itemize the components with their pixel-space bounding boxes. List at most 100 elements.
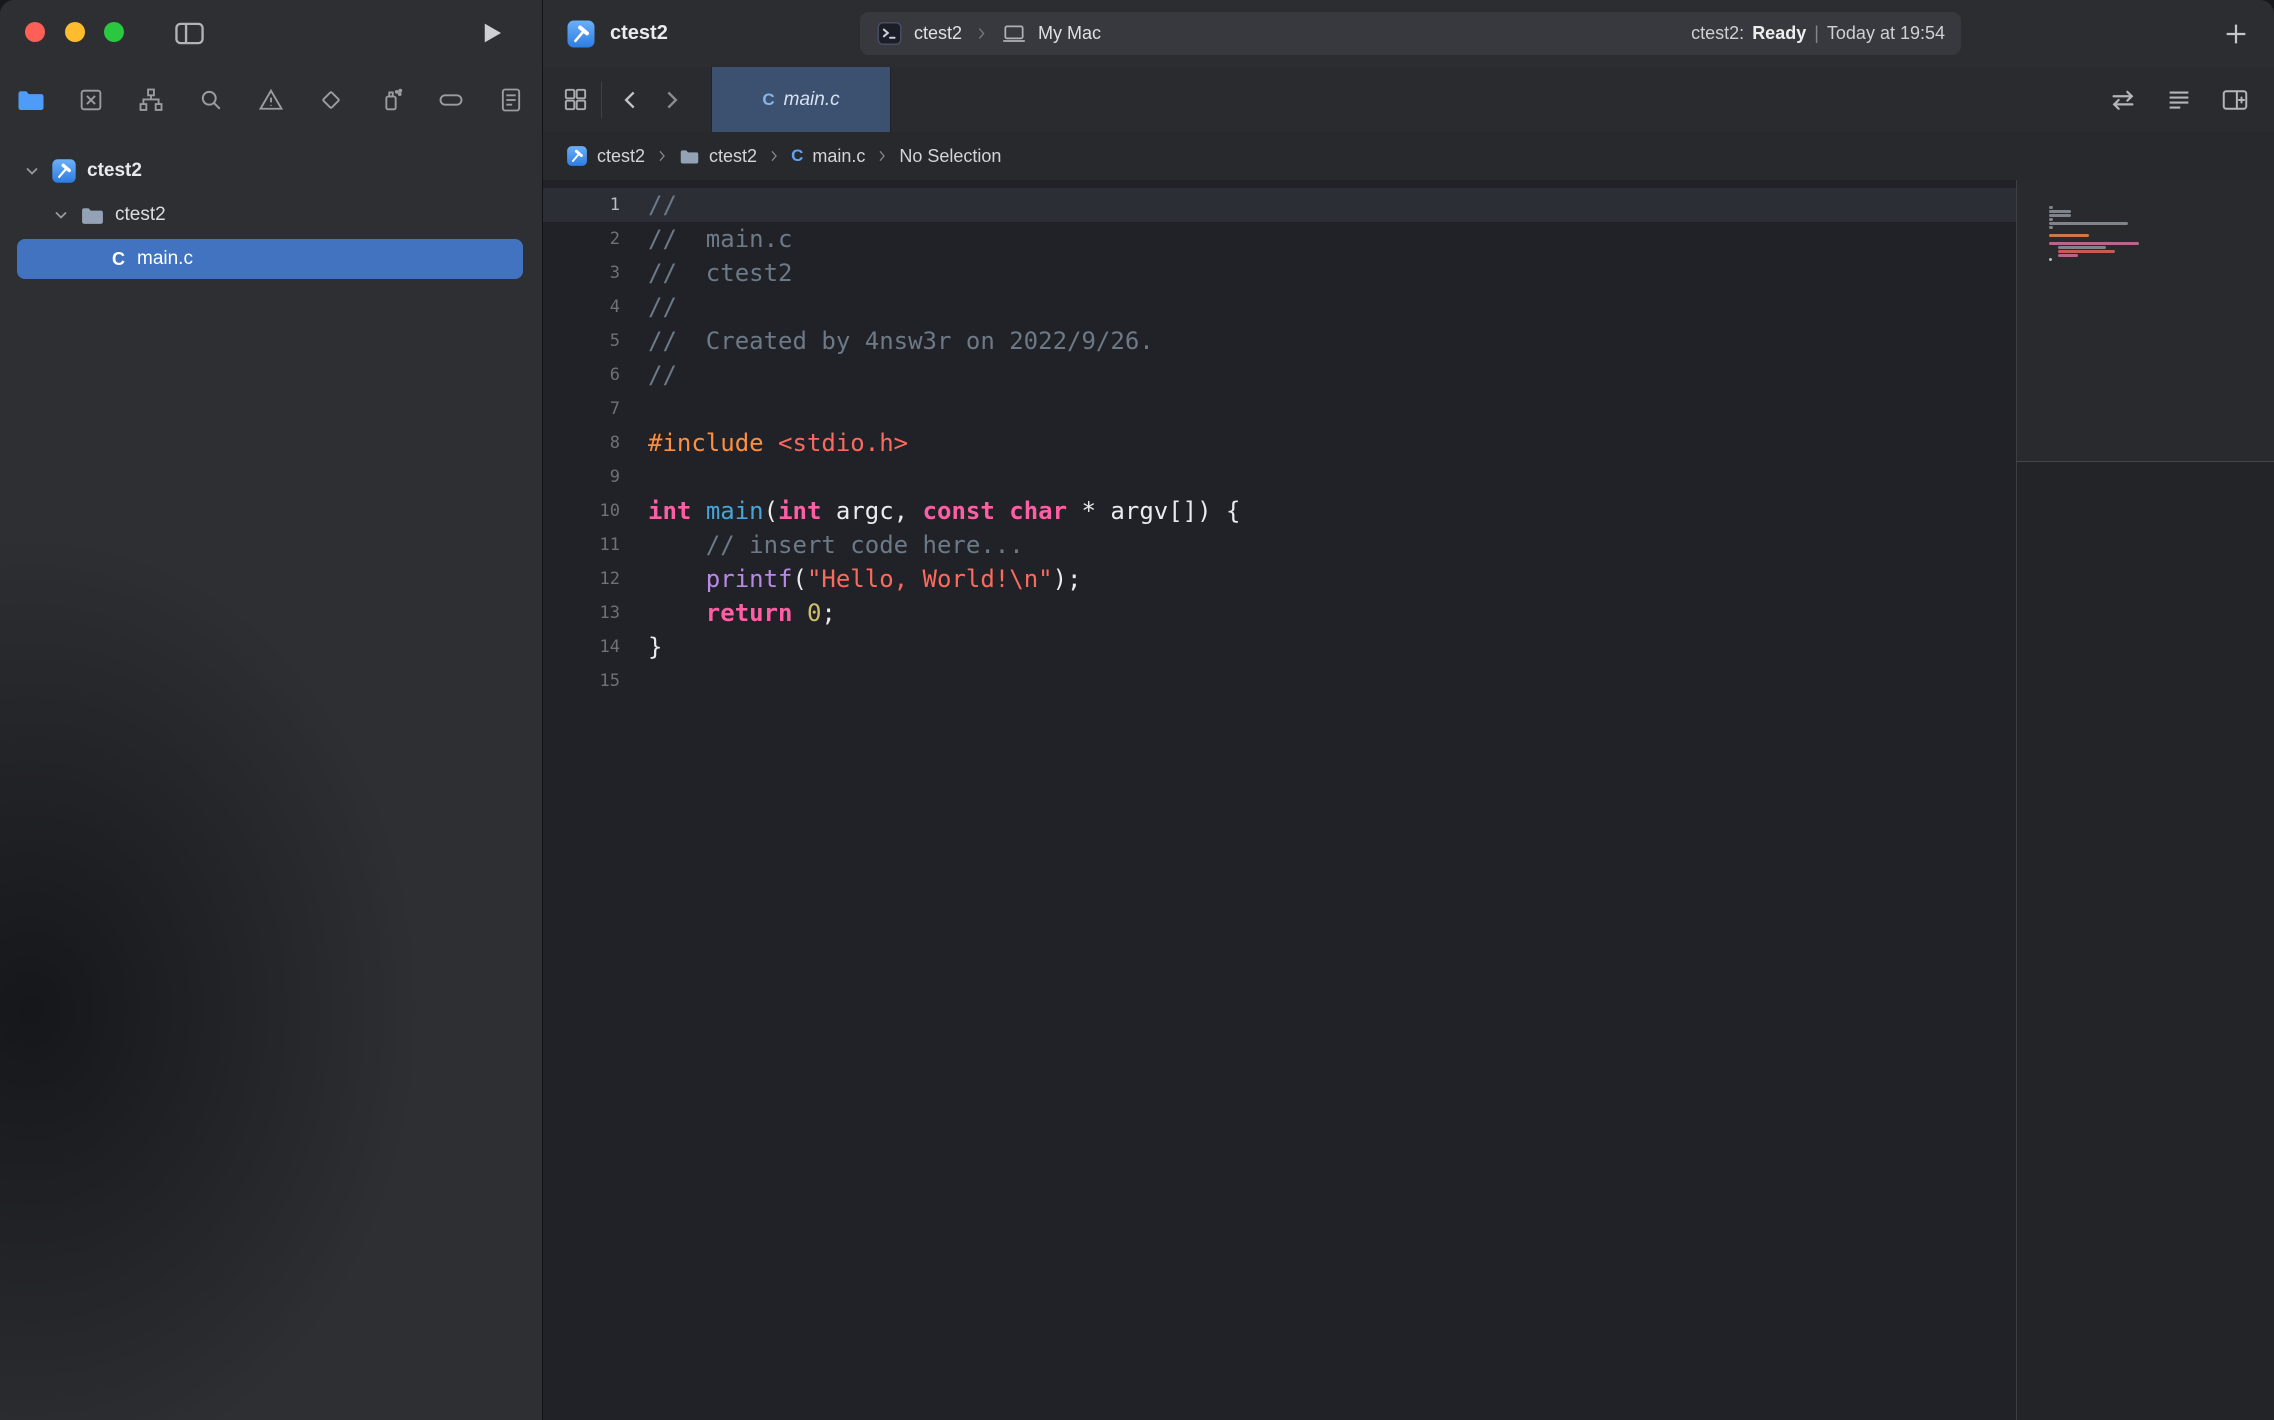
sidebar-toggle-icon[interactable] bbox=[173, 17, 206, 50]
disclosure-chevron-icon[interactable] bbox=[51, 205, 71, 225]
code-line[interactable]: return 0; bbox=[648, 596, 1240, 630]
jump-bar: ctest2 ctest2 C main.c No Selection bbox=[543, 132, 2274, 181]
line-number[interactable]: 6 bbox=[543, 358, 620, 392]
editor-tab-bar: C main.c bbox=[543, 67, 2274, 133]
destination-icon bbox=[1001, 21, 1027, 47]
code-lines[interactable]: //// main.c// ctest2//// Created by 4nsw… bbox=[648, 188, 1240, 698]
project-row-label: ctest2 bbox=[87, 160, 142, 182]
status-time: Today at 19:54 bbox=[1827, 23, 1945, 44]
code-line[interactable]: #include <stdio.h> bbox=[648, 426, 1240, 460]
code-line[interactable]: // Created by 4nsw3r on 2022/9/26. bbox=[648, 324, 1240, 358]
line-number[interactable]: 3 bbox=[543, 256, 620, 290]
tab-main-c[interactable]: C main.c bbox=[711, 67, 891, 132]
tab-label: main.c bbox=[784, 89, 840, 111]
main-area: ctest2 ctest2 My Mac ctes bbox=[543, 0, 2274, 1420]
folder-icon bbox=[679, 146, 700, 167]
line-number[interactable]: 5 bbox=[543, 324, 620, 358]
code-line[interactable]: // bbox=[648, 290, 1240, 324]
minimap-line bbox=[2049, 226, 2053, 229]
line-number[interactable]: 15 bbox=[543, 664, 620, 698]
scheme-name[interactable]: ctest2 bbox=[914, 23, 962, 44]
source-control-navigator-icon[interactable] bbox=[75, 84, 107, 116]
tree-row-project[interactable]: ctest2 bbox=[0, 149, 542, 193]
add-editor-icon[interactable] bbox=[2220, 85, 2250, 115]
forward-button[interactable] bbox=[658, 87, 684, 113]
code-token-plain bbox=[648, 599, 706, 627]
source-editor[interactable]: 123456789101112131415 //// main.c// ctes… bbox=[543, 180, 2274, 1420]
chevron-right-icon bbox=[654, 148, 670, 164]
chevron-right-icon bbox=[766, 148, 782, 164]
line-number[interactable]: 11 bbox=[543, 528, 620, 562]
minimize-window-button[interactable] bbox=[65, 22, 85, 42]
toolbar-project: ctest2 bbox=[566, 0, 668, 67]
code-token-comment: // ctest2 bbox=[648, 259, 793, 287]
project-navigator-icon[interactable] bbox=[15, 84, 47, 116]
editor-options-icon[interactable] bbox=[2164, 85, 2194, 115]
minimap-line bbox=[2058, 254, 2078, 257]
line-number[interactable]: 12 bbox=[543, 562, 620, 596]
line-number[interactable]: 1 bbox=[543, 188, 620, 222]
line-number[interactable]: 7 bbox=[543, 392, 620, 426]
library-plus-button[interactable] bbox=[2222, 20, 2250, 48]
scheme-activity-pill[interactable]: ctest2 My Mac ctest2: Ready | Today at 1… bbox=[860, 12, 1961, 55]
code-line[interactable]: printf("Hello, World!\n"); bbox=[648, 562, 1240, 596]
code-line[interactable]: // bbox=[648, 358, 1240, 392]
zoom-window-button[interactable] bbox=[104, 22, 124, 42]
code-line[interactable]: // insert code here... bbox=[648, 528, 1240, 562]
code-token-plain: ( bbox=[764, 497, 778, 525]
toolbar: ctest2 ctest2 My Mac ctes bbox=[543, 0, 2274, 68]
code-line[interactable]: // ctest2 bbox=[648, 256, 1240, 290]
line-number[interactable]: 2 bbox=[543, 222, 620, 256]
back-button[interactable] bbox=[618, 87, 644, 113]
xcode-project-icon bbox=[566, 19, 596, 49]
code-token-plain bbox=[793, 599, 807, 627]
line-number[interactable]: 14 bbox=[543, 630, 620, 664]
tab-overview-icon[interactable] bbox=[561, 85, 590, 114]
code-token-keyword: int bbox=[778, 497, 821, 525]
line-number[interactable]: 9 bbox=[543, 460, 620, 494]
run-button[interactable] bbox=[476, 18, 506, 48]
tree-row-group[interactable]: ctest2 bbox=[0, 193, 542, 237]
code-token-plain: argc, bbox=[821, 497, 922, 525]
line-number[interactable]: 13 bbox=[543, 596, 620, 630]
code-token-plain bbox=[691, 497, 705, 525]
code-line[interactable] bbox=[648, 392, 1240, 426]
disclosure-chevron-icon[interactable] bbox=[22, 161, 42, 181]
chevron-right-icon bbox=[874, 148, 890, 164]
crumb-selection[interactable]: No Selection bbox=[899, 146, 1001, 167]
line-number[interactable]: 4 bbox=[543, 290, 620, 324]
tree-row-file-selected[interactable]: C main.c bbox=[0, 237, 542, 281]
minimap-line bbox=[2058, 246, 2106, 249]
close-window-button[interactable] bbox=[25, 22, 45, 42]
code-token-plain bbox=[764, 429, 778, 457]
minimap[interactable] bbox=[2016, 180, 2274, 1420]
issue-navigator-icon[interactable] bbox=[255, 84, 287, 116]
crumb-group[interactable]: ctest2 bbox=[709, 146, 757, 167]
code-review-arrows-icon[interactable] bbox=[2108, 85, 2138, 115]
crumb-project[interactable]: ctest2 bbox=[597, 146, 645, 167]
code-line[interactable] bbox=[648, 664, 1240, 698]
code-line[interactable]: // main.c bbox=[648, 222, 1240, 256]
code-line[interactable] bbox=[648, 460, 1240, 494]
line-number[interactable]: 8 bbox=[543, 426, 620, 460]
minimap-bars bbox=[2049, 206, 2264, 306]
run-destination[interactable]: My Mac bbox=[1038, 23, 1101, 44]
xcode-project-icon bbox=[566, 145, 588, 167]
crumb-file[interactable]: main.c bbox=[812, 146, 865, 167]
report-navigator-icon[interactable] bbox=[495, 84, 527, 116]
find-navigator-icon[interactable] bbox=[195, 84, 227, 116]
line-number[interactable]: 10 bbox=[543, 494, 620, 528]
code-line[interactable]: // bbox=[648, 188, 1240, 222]
debug-navigator-icon[interactable] bbox=[375, 84, 407, 116]
file-row-label: main.c bbox=[137, 248, 193, 270]
breakpoint-navigator-icon[interactable] bbox=[435, 84, 467, 116]
code-line[interactable]: int main(int argc, const char * argv[]) … bbox=[648, 494, 1240, 528]
test-navigator-icon[interactable] bbox=[315, 84, 347, 116]
code-token-keyword: return bbox=[706, 599, 793, 627]
file-tree: ctest2 ctest2 C main.c bbox=[0, 149, 542, 281]
editor-controls bbox=[2108, 85, 2250, 115]
symbol-navigator-icon[interactable] bbox=[135, 84, 167, 116]
code-line[interactable]: } bbox=[648, 630, 1240, 664]
code-token-preproc: #include bbox=[648, 429, 764, 457]
minimap-line bbox=[2049, 206, 2053, 209]
